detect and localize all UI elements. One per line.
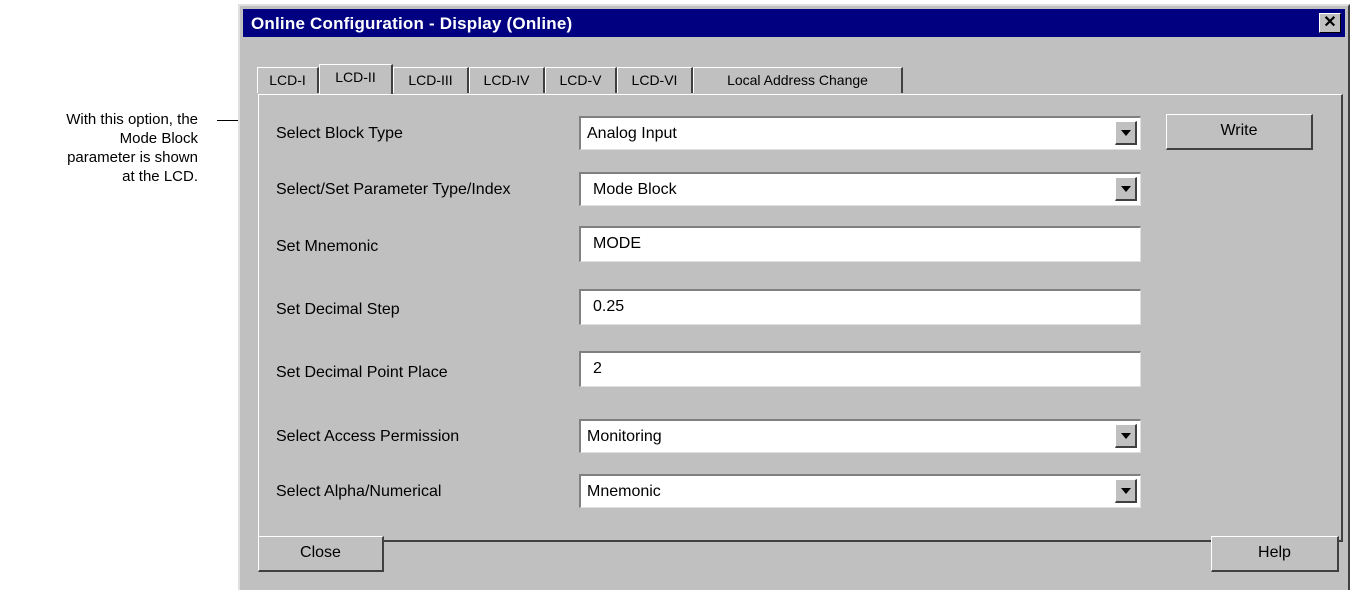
mnemonic-label: Set Mnemonic — [276, 238, 379, 255]
decimal-point-label: Set Decimal Point Place — [276, 364, 448, 381]
close-window-button[interactable]: ✕ — [1319, 13, 1341, 33]
tab-local-address-change[interactable]: Local Address Change — [693, 67, 903, 93]
window-title: Online Configuration - Display (Online) — [251, 14, 573, 33]
title-bar[interactable]: Online Configuration - Display (Online) … — [243, 9, 1345, 37]
alpha-numerical-value: Mnemonic — [587, 483, 661, 500]
tab-lcd-4[interactable]: LCD-IV — [469, 67, 545, 93]
tab-lcd-2[interactable]: LCD-II — [319, 64, 393, 94]
annotation-text: With this option, the Mode Block paramet… — [0, 110, 198, 186]
decimal-point-value: 2 — [593, 360, 602, 377]
help-button[interactable]: Help — [1211, 536, 1339, 572]
tab-panel: Select Block Type Analog Input Write Sel… — [258, 94, 1343, 542]
block-type-value: Analog Input — [587, 125, 677, 142]
annotation-line-4: at the LCD. — [122, 168, 198, 185]
mnemonic-input[interactable]: MODE — [579, 226, 1141, 262]
access-permission-select[interactable]: Monitoring — [579, 419, 1141, 453]
chevron-down-icon[interactable] — [1115, 177, 1137, 201]
chevron-down-icon[interactable] — [1115, 479, 1137, 503]
close-button[interactable]: Close — [258, 536, 384, 572]
block-type-select[interactable]: Analog Input — [579, 116, 1141, 150]
access-permission-label: Select Access Permission — [276, 428, 460, 445]
write-button[interactable]: Write — [1166, 114, 1313, 150]
annotation-line-3: parameter is shown — [67, 149, 198, 166]
chevron-down-icon[interactable] — [1115, 121, 1137, 145]
chevron-down-icon[interactable] — [1115, 424, 1137, 448]
alpha-numerical-select[interactable]: Mnemonic — [579, 474, 1141, 508]
block-type-label: Select Block Type — [276, 125, 403, 142]
tab-lcd-5[interactable]: LCD-V — [545, 67, 617, 93]
access-permission-value: Monitoring — [587, 428, 662, 445]
param-type-value: Mode Block — [593, 181, 677, 198]
param-type-select[interactable]: Mode Block — [579, 172, 1141, 206]
dialog-window: Online Configuration - Display (Online) … — [238, 4, 1350, 590]
decimal-step-value: 0.25 — [593, 298, 625, 315]
annotation-line-2: Mode Block — [119, 130, 198, 147]
annotation-line-1: With this option, the — [66, 111, 198, 128]
close-icon: ✕ — [1323, 14, 1337, 31]
tab-lcd-3[interactable]: LCD-III — [393, 67, 469, 93]
alpha-numerical-label: Select Alpha/Numerical — [276, 483, 442, 500]
decimal-step-label: Set Decimal Step — [276, 301, 400, 318]
param-type-label: Select/Set Parameter Type/Index — [276, 181, 511, 198]
mnemonic-value: MODE — [593, 235, 641, 252]
decimal-point-input[interactable]: 2 — [579, 351, 1141, 387]
tab-lcd-6[interactable]: LCD-VI — [617, 67, 693, 93]
tab-lcd-1[interactable]: LCD-I — [257, 67, 319, 93]
decimal-step-input[interactable]: 0.25 — [579, 289, 1141, 325]
